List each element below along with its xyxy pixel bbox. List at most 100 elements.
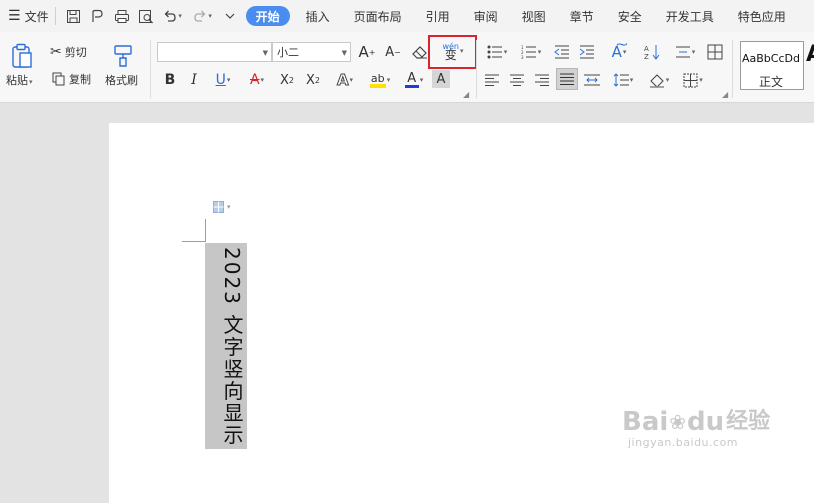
file-menu[interactable]: ☰ 文件 — [8, 8, 49, 25]
line-spacing-button[interactable]: ▾ — [608, 70, 638, 90]
chevron-down-icon: ▾ — [349, 76, 354, 84]
align-center-icon — [510, 74, 524, 86]
tab-insert[interactable]: 插入 — [294, 0, 342, 32]
cut-label: 剪切 — [64, 46, 87, 59]
copy-label: 复制 — [69, 73, 91, 86]
sort-az-icon: AZ — [644, 45, 660, 60]
style-normal[interactable]: AaBbCcDd 正文 — [740, 41, 804, 90]
character-shading-button[interactable]: A — [432, 70, 450, 88]
underline-button[interactable]: U ▾ — [208, 70, 238, 90]
save-icon[interactable] — [64, 6, 84, 26]
chevron-down-icon: ▾ — [691, 48, 696, 56]
bullets-button[interactable]: ▾ — [482, 42, 512, 62]
paste-button[interactable] — [8, 42, 36, 70]
strikethrough-icon: A — [249, 72, 260, 88]
chevron-down-icon: ▾ — [260, 76, 265, 84]
font-name-combo[interactable]: ▼ — [157, 42, 272, 62]
tab-label: 页面布局 — [353, 9, 402, 24]
style-heading-preview[interactable]: A — [806, 42, 814, 72]
undo-icon[interactable]: ▾ — [160, 6, 186, 26]
tab-label: 视图 — [521, 9, 546, 24]
bullet-list-icon — [487, 45, 502, 59]
tab-chapter[interactable]: 章节 — [558, 0, 606, 32]
tab-references[interactable]: 引用 — [414, 0, 462, 32]
align-right-button[interactable] — [532, 70, 552, 90]
text-effect-button[interactable]: A ▾ — [330, 70, 360, 90]
subscript-button[interactable]: X2 — [302, 70, 324, 90]
paragraph-dialog-launcher-icon[interactable]: ◢ — [722, 90, 728, 99]
svg-text:Z: Z — [644, 53, 649, 60]
tab-review[interactable]: 审阅 — [462, 0, 510, 32]
style-sample-text: AaBbCcDd — [742, 52, 800, 65]
tab-label: 开发工具 — [665, 9, 714, 24]
print-icon[interactable] — [112, 6, 132, 26]
shrink-font-button[interactable]: A − — [383, 42, 403, 62]
tab-developer[interactable]: 开发工具 — [654, 0, 726, 32]
group-separator — [732, 40, 733, 98]
tab-page-layout[interactable]: 页面布局 — [342, 0, 414, 32]
output-pdf-icon[interactable] — [88, 6, 108, 26]
chevron-down-icon: ▾ — [699, 76, 703, 84]
tab-label: 章节 — [569, 9, 594, 24]
increase-indent-button[interactable] — [577, 42, 597, 62]
font-dialog-launcher-icon[interactable]: ◢ — [463, 90, 469, 99]
tab-view[interactable]: 视图 — [510, 0, 558, 32]
font-color-icon: A — [404, 72, 419, 88]
watermark-brand2: du — [687, 407, 725, 437]
decrease-indent-button[interactable] — [552, 42, 572, 62]
justify-icon — [560, 73, 574, 85]
tab-featured-apps[interactable]: 特色应用 — [726, 0, 786, 32]
watermark-logo: Bai ❀ du 经验 — [622, 408, 770, 436]
distribute-button[interactable]: ▾ — [670, 42, 700, 62]
format-painter-label[interactable]: 格式刷 — [105, 72, 138, 88]
group-separator — [476, 40, 477, 98]
watermark-url: jingyan.baidu.com — [628, 436, 739, 449]
margin-mark-horizontal — [182, 241, 205, 242]
cut-button[interactable]: ✂ 剪切 — [50, 43, 87, 61]
borders-button[interactable]: ▾ — [678, 70, 708, 90]
align-left-icon — [485, 74, 499, 86]
bold-button[interactable]: B — [160, 70, 180, 90]
copy-icon — [52, 72, 65, 86]
format-painter-button[interactable] — [110, 42, 138, 70]
font-size-combo[interactable]: 小二 ▼ — [272, 42, 351, 62]
tab-home[interactable]: 开始 — [245, 6, 290, 26]
tab-label: 安全 — [617, 9, 642, 24]
justify-button[interactable] — [556, 68, 578, 90]
distribute-icon — [675, 46, 690, 58]
customize-toolbar-icon[interactable] — [220, 6, 240, 26]
superscript-button[interactable]: X2 — [276, 70, 298, 90]
tab-security[interactable]: 安全 — [606, 0, 654, 32]
table-options-tag[interactable]: ▾ — [213, 201, 231, 213]
chevron-down-icon: ▾ — [226, 76, 231, 84]
font-color-button[interactable]: A ▾ — [400, 70, 428, 90]
paste-label[interactable]: 粘贴▾ — [6, 72, 33, 88]
highlight-color-button[interactable]: ab ▾ — [364, 70, 396, 90]
italic-button[interactable]: I — [184, 70, 204, 90]
align-center-button[interactable] — [507, 70, 527, 90]
numbering-button[interactable]: 1 2 3 ▾ — [516, 42, 546, 62]
menu-separator — [54, 7, 56, 25]
numbered-list-icon: 123 — [521, 45, 536, 59]
shading-button[interactable]: ▾ — [644, 70, 674, 90]
strikethrough-button[interactable]: A ▾ — [242, 70, 272, 90]
indent-icon — [579, 45, 594, 59]
vertical-text-selection[interactable]: 2023 文字竖向显示 — [205, 243, 247, 449]
menu-bar: ☰ 文件 ▾ ▾ 开始 插入 页面布局 引用 审阅 视图 章节 安全 开发工具 … — [0, 0, 814, 32]
group-separator — [150, 40, 151, 98]
margin-mark-vertical — [205, 219, 206, 242]
grid-icon — [707, 44, 723, 60]
copy-button[interactable]: 复制 — [52, 70, 91, 88]
paint-bucket-icon — [649, 73, 664, 88]
align-left-button[interactable] — [482, 70, 502, 90]
change-case-button[interactable]: A͠ ▾ — [604, 42, 634, 62]
sort-button[interactable]: AZ — [642, 42, 662, 62]
chevron-down-icon: ▾ — [629, 76, 634, 84]
distributed-align-button[interactable] — [582, 70, 602, 90]
text-effect-icon: A — [336, 71, 349, 90]
print-preview-icon[interactable] — [136, 6, 156, 26]
table-border-button[interactable] — [705, 42, 725, 62]
grow-font-button[interactable]: A + — [357, 42, 377, 62]
tab-label: 审阅 — [473, 9, 498, 24]
redo-icon[interactable]: ▾ — [190, 6, 216, 26]
